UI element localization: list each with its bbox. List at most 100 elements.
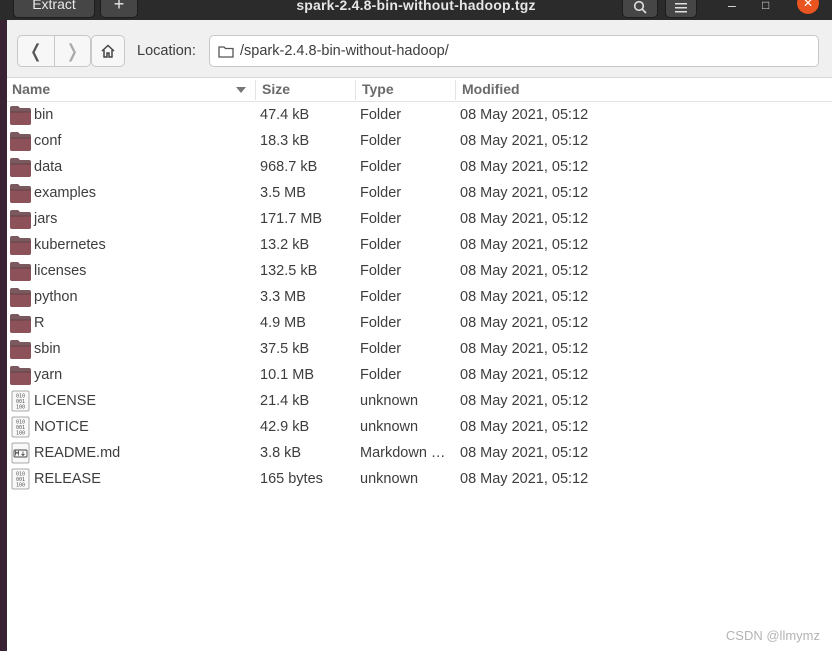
file-type: unknown — [360, 419, 419, 435]
file-size: 37.5 kB — [260, 341, 310, 357]
header-bar: Extract + spark-2.4.8-bin-without-hadoop… — [0, 0, 832, 20]
file-type: Folder — [360, 133, 402, 149]
file-modified: 08 May 2021, 05:12 — [460, 159, 589, 175]
file-modified: 08 May 2021, 05:12 — [460, 211, 589, 227]
file-row[interactable]: bin 47.4 kB Folder 08 May 2021, 05:12 — [7, 102, 832, 128]
folder-icon — [9, 104, 32, 126]
column-header: Name Size Type Modified — [7, 78, 832, 102]
menu-button[interactable] — [665, 0, 697, 18]
file-row[interactable]: R 4.9 MB Folder 08 May 2021, 05:12 — [7, 310, 832, 336]
file-size: 10.1 MB — [260, 367, 314, 383]
file-name: data — [34, 159, 63, 175]
file-size: 47.4 kB — [260, 107, 310, 123]
file-type: Folder — [360, 315, 402, 331]
file-size: 3.3 MB — [260, 289, 306, 305]
file-modified: 08 May 2021, 05:12 — [460, 393, 589, 409]
folder-icon — [9, 312, 32, 334]
folder-icon — [9, 156, 32, 178]
search-icon — [633, 0, 647, 14]
file-size: 3.8 kB — [260, 445, 302, 461]
file-type: Folder — [360, 107, 402, 123]
navigation-buttons: ❬ ❭ — [17, 35, 91, 67]
file-type: Folder — [360, 185, 402, 201]
maximize-button[interactable]: □ — [762, 0, 769, 12]
file-row[interactable]: data 968.7 kB Folder 08 May 2021, 05:12 — [7, 154, 832, 180]
file-row[interactable]: 010 001 100 LICENSE 21.4 kB unknown 08 May 202… — [7, 388, 832, 414]
file-name: RELEASE — [34, 471, 101, 487]
home-button[interactable] — [91, 35, 125, 67]
column-divider[interactable] — [455, 80, 456, 100]
file-name: examples — [34, 185, 97, 201]
binary-file-icon: 010 001 100 — [9, 468, 32, 490]
home-icon — [101, 44, 115, 58]
file-modified: 08 May 2021, 05:12 — [460, 315, 589, 331]
file-size: 171.7 MB — [260, 211, 323, 227]
file-type: Folder — [360, 289, 402, 305]
location-path: /spark-2.4.8-bin-without-hadoop/ — [240, 43, 449, 59]
file-row[interactable]: README.md 3.8 kB Markdown … 08 May 2021, 05… — [7, 440, 832, 466]
file-name: sbin — [34, 341, 61, 357]
file-size: 42.9 kB — [260, 419, 310, 435]
file-row[interactable]: 010 001 100 NOTICE 42.9 kB unknown 08 May 2021… — [7, 414, 832, 440]
file-type: Folder — [360, 211, 402, 227]
forward-button[interactable]: ❭ — [53, 36, 91, 66]
binary-file-icon: 010 001 100 — [9, 416, 32, 438]
file-name: kubernetes — [34, 237, 106, 253]
sort-descending-icon[interactable] — [236, 87, 246, 93]
file-modified: 08 May 2021, 05:12 — [460, 341, 589, 357]
svg-text:100: 100 — [16, 431, 25, 437]
column-divider[interactable] — [255, 80, 256, 100]
column-name[interactable]: Name — [12, 81, 50, 97]
file-type: Folder — [360, 263, 402, 279]
file-type: unknown — [360, 393, 419, 409]
file-name: R — [34, 315, 45, 331]
file-modified: 08 May 2021, 05:12 — [460, 471, 589, 487]
file-type: Markdown … — [360, 445, 446, 461]
folder-icon — [9, 182, 32, 204]
file-row[interactable]: sbin 37.5 kB Folder 08 May 2021, 05:12 — [7, 336, 832, 362]
folder-icon — [9, 234, 32, 256]
minimize-button[interactable]: – — [728, 0, 736, 13]
file-size: 21.4 kB — [260, 393, 310, 409]
file-size: 3.5 MB — [260, 185, 306, 201]
file-size: 165 bytes — [260, 471, 323, 487]
file-row[interactable]: jars 171.7 MB Folder 08 May 2021, 05:12 — [7, 206, 832, 232]
file-row[interactable]: conf 18.3 kB Folder 08 May 2021, 05:12 — [7, 128, 832, 154]
search-button[interactable] — [622, 0, 658, 18]
file-modified: 08 May 2021, 05:12 — [460, 107, 589, 123]
file-type: unknown — [360, 471, 419, 487]
location-label: Location: — [137, 43, 196, 59]
folder-icon — [9, 364, 32, 386]
file-list: Name Size Type Modified bin 47.4 kB Folder… — [7, 78, 832, 651]
file-row[interactable]: kubernetes 13.2 kB Folder 08 May 2021, 05:1… — [7, 232, 832, 258]
file-modified: 08 May 2021, 05:12 — [460, 445, 589, 461]
markdown-file-icon — [9, 442, 32, 464]
column-modified[interactable]: Modified — [462, 81, 520, 97]
watermark: CSDN @llmymz — [725, 628, 820, 643]
hamburger-menu-icon — [675, 3, 687, 13]
file-modified: 08 May 2021, 05:12 — [460, 367, 589, 383]
column-type[interactable]: Type — [362, 81, 394, 97]
file-row[interactable]: yarn 10.1 MB Folder 08 May 2021, 05:12 — [7, 362, 832, 388]
column-divider[interactable] — [355, 80, 356, 100]
svg-text:100: 100 — [16, 483, 25, 489]
file-size: 18.3 kB — [260, 133, 310, 149]
location-field[interactable]: /spark-2.4.8-bin-without-hadoop/ — [209, 35, 819, 67]
folder-icon — [218, 45, 234, 58]
file-name: jars — [34, 211, 58, 227]
window-title: spark-2.4.8-bin-without-hadoop.tgz — [296, 0, 536, 13]
column-size[interactable]: Size — [262, 81, 290, 97]
back-button[interactable]: ❬ — [18, 36, 54, 66]
file-row[interactable]: python 3.3 MB Folder 08 May 2021, 05:12 — [7, 284, 832, 310]
file-name: licenses — [34, 263, 87, 279]
file-type: Folder — [360, 237, 402, 253]
file-modified: 08 May 2021, 05:12 — [460, 237, 589, 253]
file-modified: 08 May 2021, 05:12 — [460, 289, 589, 305]
file-modified: 08 May 2021, 05:12 — [460, 263, 589, 279]
file-name: python — [34, 289, 78, 305]
file-type: Folder — [360, 341, 402, 357]
file-row[interactable]: 010 001 100 RELEASE 165 bytes unknown 08 May 2… — [7, 466, 832, 492]
file-row[interactable]: licenses 132.5 kB Folder 08 May 2021, 05:12 — [7, 258, 832, 284]
file-row[interactable]: examples 3.5 MB Folder 08 May 2021, 05:12 — [7, 180, 832, 206]
file-size: 968.7 kB — [260, 159, 318, 175]
